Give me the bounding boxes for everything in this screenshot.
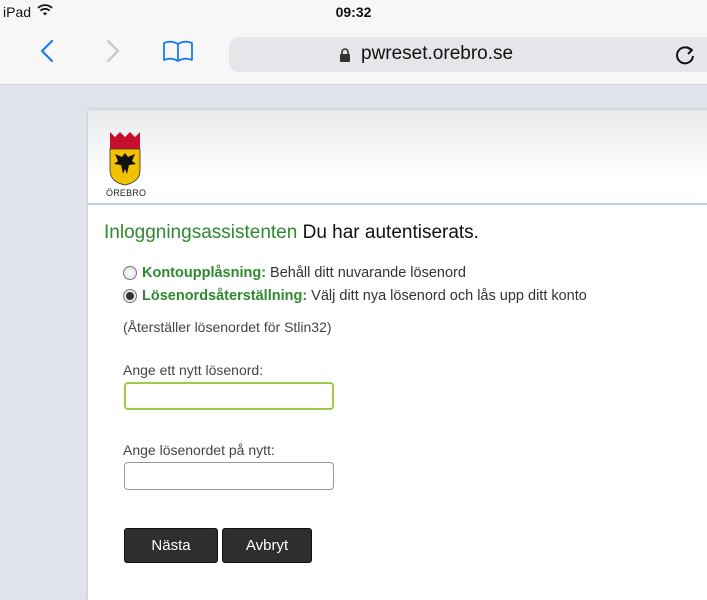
cancel-button[interactable]: Avbryt [222, 528, 312, 563]
radio-reset[interactable] [123, 289, 137, 303]
page-title: Inloggningsassistenten Du har autentiser… [104, 222, 479, 244]
status-time: 09:32 [335, 4, 372, 20]
assistant-title: Inloggningsassistenten [104, 222, 298, 243]
login-panel: ÖREBRO Inloggningsassistenten Du har aut… [88, 110, 707, 600]
next-button[interactable]: Nästa [124, 528, 218, 563]
browser-toolbar: pwreset.orebro.se [0, 26, 707, 85]
url-text: pwreset.orebro.se [361, 43, 514, 64]
auth-status: Du har autentiserats. [302, 222, 479, 243]
back-button[interactable] [30, 34, 64, 68]
bookmarks-button[interactable] [156, 34, 200, 68]
forward-button[interactable] [96, 34, 130, 68]
repeat-password-field[interactable] [124, 462, 334, 490]
book-icon [163, 40, 193, 62]
option-reset-label: Lösenordsåterställning: [142, 288, 308, 304]
radio-unlock[interactable] [123, 266, 137, 280]
address-bar[interactable]: pwreset.orebro.se [229, 37, 707, 72]
option-password-reset[interactable]: Lösenordsåterställning: Välj ditt nya lö… [123, 288, 587, 304]
new-password-label: Ange ett nytt lösenord: [123, 362, 264, 378]
reload-icon[interactable] [674, 44, 696, 66]
logo-text: ÖREBRO [106, 188, 147, 198]
orebro-coat-of-arms-icon [109, 132, 141, 186]
repeat-password-label: Ange lösenordet på nytt: [123, 442, 275, 458]
chevron-left-icon [40, 39, 54, 63]
option-unlock-desc: Behåll ditt nuvarande lösenord [270, 265, 466, 281]
new-password-field[interactable] [124, 382, 334, 410]
panel-header: ÖREBRO [88, 110, 707, 205]
reset-note: (Återställer lösenordet för Stlin32) [123, 319, 332, 335]
status-bar: iPad 09:32 [0, 0, 707, 26]
lock-icon [340, 48, 350, 62]
chevron-right-icon [106, 39, 120, 63]
option-account-unlock[interactable]: Kontoupplåsning: Behåll ditt nuvarande l… [123, 265, 466, 281]
option-unlock-label: Kontoupplåsning: [142, 265, 267, 281]
option-reset-desc: Välj ditt nya lösenord och lås upp ditt … [311, 288, 587, 304]
